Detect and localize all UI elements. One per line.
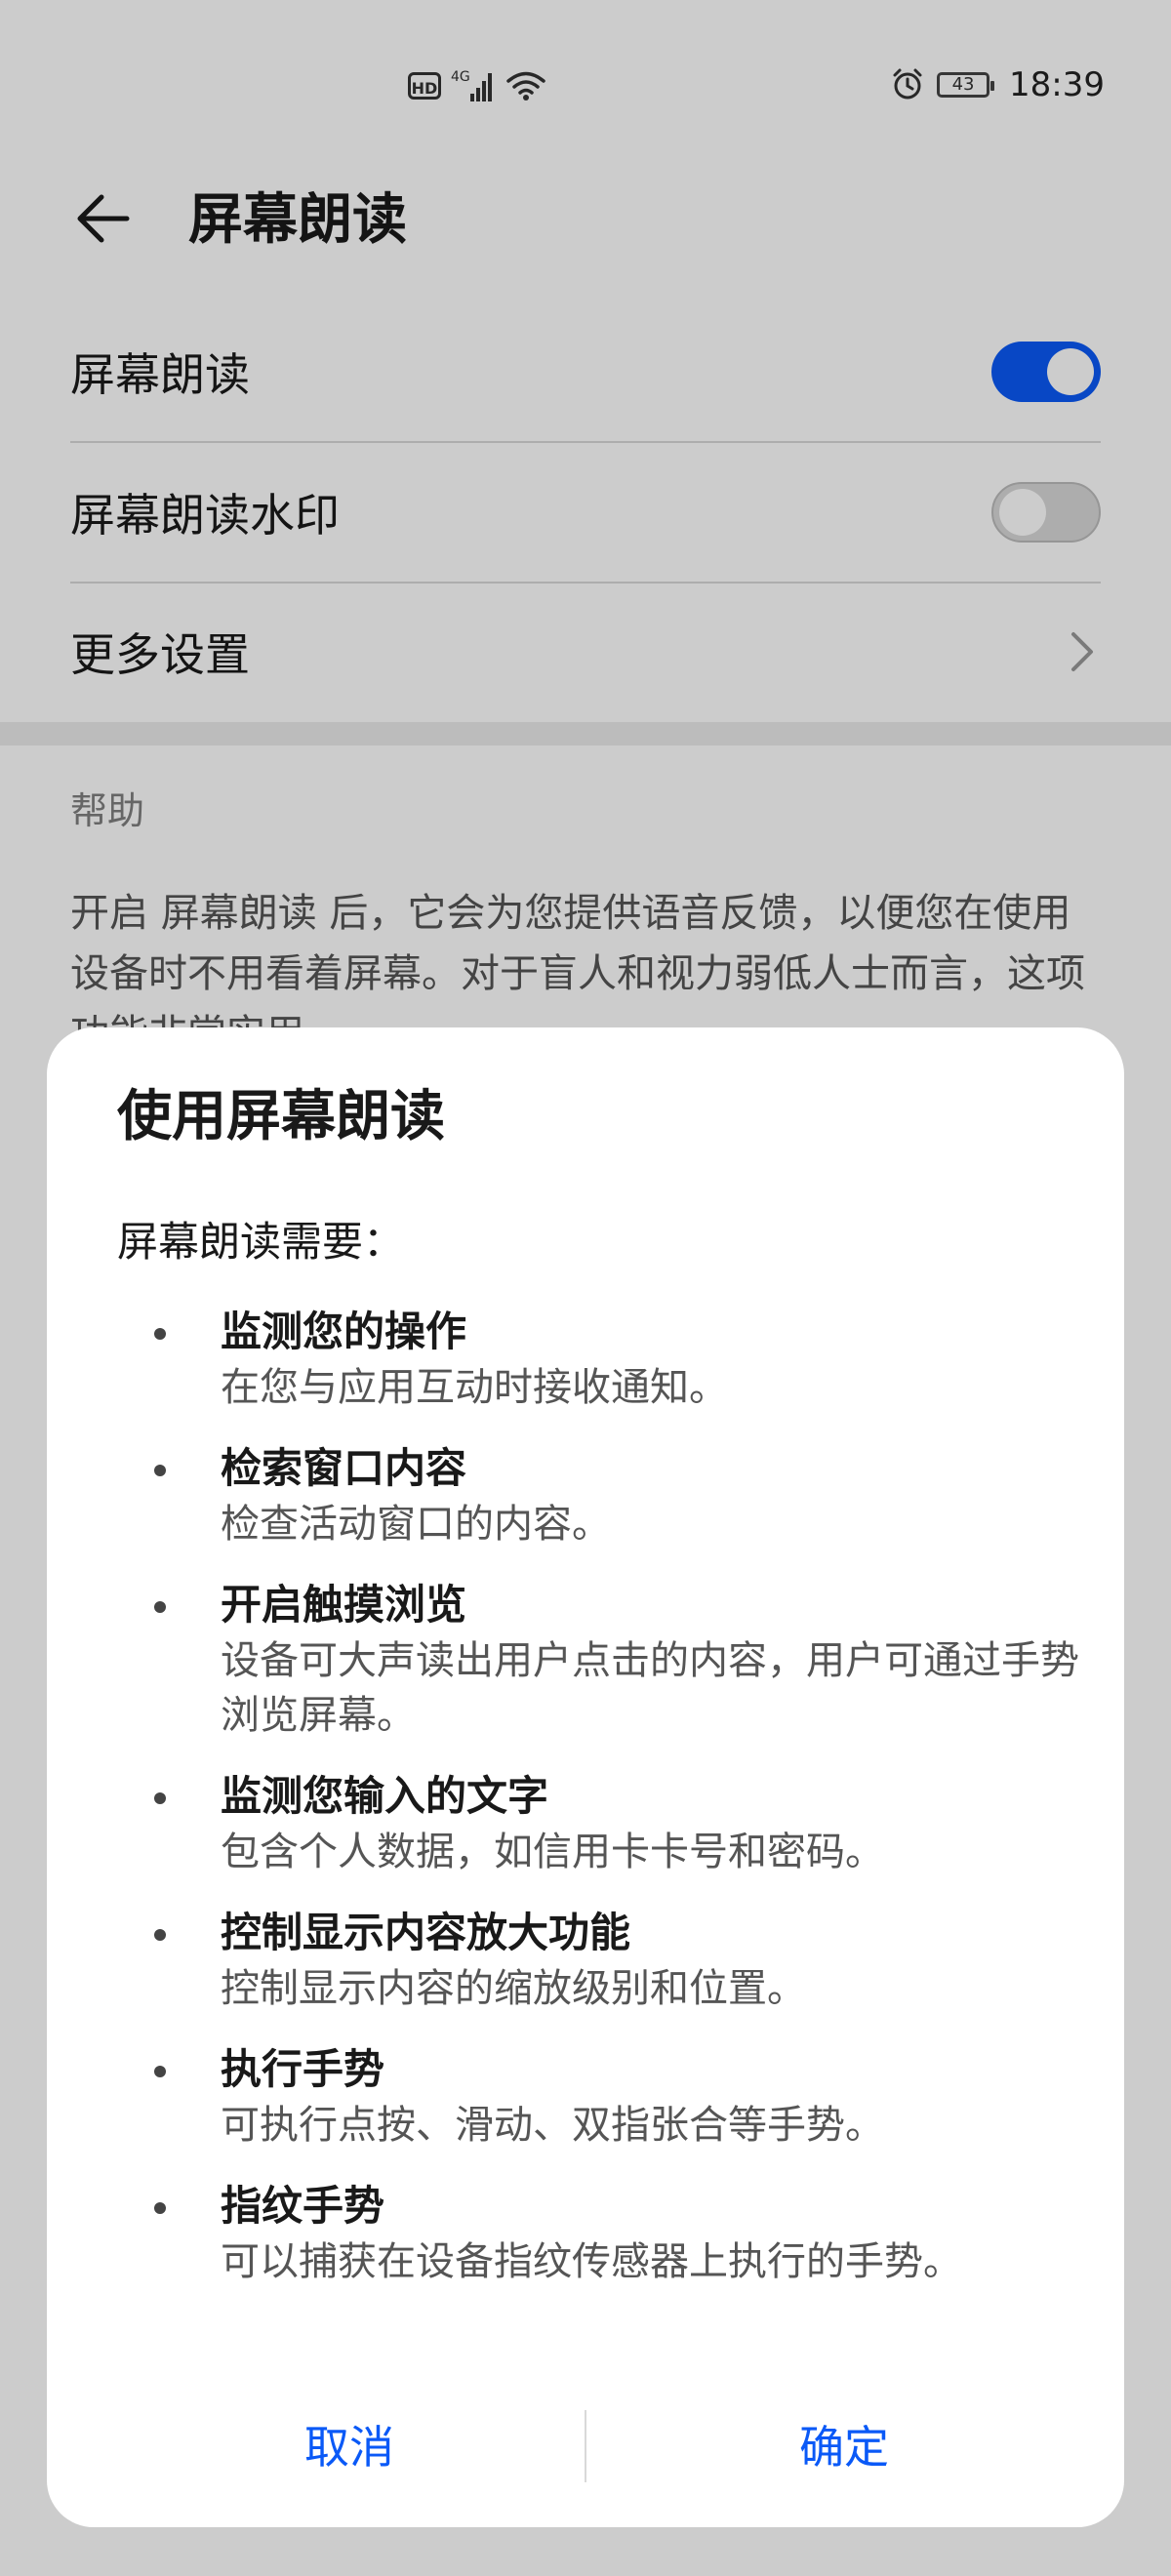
permission-item: 控制显示内容放大功能 控制显示内容的缩放级别和位置。 bbox=[117, 1905, 1093, 2016]
permission-item: 指纹手势 可以捕获在设备指纹传感器上执行的手势。 bbox=[117, 2178, 1093, 2289]
permission-description: 在您与应用互动时接收通知。 bbox=[221, 1365, 728, 1410]
permission-description: 设备可大声读出用户点击的内容，用户可通过手势浏览屏幕。 bbox=[221, 1638, 1079, 1738]
permission-item: 开启触摸浏览 设备可大声读出用户点击的内容，用户可通过手势浏览屏幕。 bbox=[117, 1577, 1093, 1743]
permission-description: 可以捕获在设备指纹传感器上执行的手势。 bbox=[221, 2239, 962, 2284]
permission-title: 监测您的操作 bbox=[221, 1308, 467, 1355]
permission-title: 检索窗口内容 bbox=[221, 1444, 467, 1492]
permission-title: 控制显示内容放大功能 bbox=[221, 1909, 631, 1956]
permission-title: 执行手势 bbox=[221, 2045, 385, 2093]
permission-description: 包含个人数据，如信用卡卡号和密码。 bbox=[221, 1830, 884, 1874]
bullet-icon bbox=[154, 2066, 166, 2077]
dialog-title: 使用屏幕朗读 bbox=[117, 1085, 445, 1148]
permission-item: 检索窗口内容 检查活动窗口的内容。 bbox=[117, 1440, 1093, 1551]
permission-list: 监测您的操作 在您与应用互动时接收通知。 检索窗口内容 检查活动窗口的内容。 开… bbox=[117, 1304, 1093, 2314]
permission-item: 监测您输入的文字 包含个人数据，如信用卡卡号和密码。 bbox=[117, 1768, 1093, 1879]
confirm-button[interactable]: 确定 bbox=[600, 2403, 1088, 2491]
permission-title: 开启触摸浏览 bbox=[221, 1581, 467, 1629]
permission-title: 监测您输入的文字 bbox=[221, 1772, 549, 1820]
permission-description: 检查活动窗口的内容。 bbox=[221, 1502, 611, 1547]
permission-item: 监测您的操作 在您与应用互动时接收通知。 bbox=[117, 1304, 1093, 1415]
permission-description: 可执行点按、滑动、双指张合等手势。 bbox=[221, 2103, 884, 2148]
cancel-button[interactable]: 取消 bbox=[105, 2403, 593, 2491]
dialog-subtitle: 屏幕朗读需要： bbox=[117, 1218, 405, 1266]
permission-description: 控制显示内容的缩放级别和位置。 bbox=[221, 1966, 806, 2011]
permission-title: 指纹手势 bbox=[221, 2182, 385, 2230]
bullet-icon bbox=[154, 1328, 166, 1340]
button-divider bbox=[585, 2410, 586, 2482]
bullet-icon bbox=[154, 1465, 166, 1476]
bullet-icon bbox=[154, 1601, 166, 1613]
bullet-icon bbox=[154, 1929, 166, 1941]
bullet-icon bbox=[154, 1792, 166, 1804]
permission-item: 执行手势 可执行点按、滑动、双指张合等手势。 bbox=[117, 2041, 1093, 2153]
permission-dialog: 使用屏幕朗读 屏幕朗读需要： 监测您的操作 在您与应用互动时接收通知。 检索窗口… bbox=[47, 1027, 1124, 2527]
bullet-icon bbox=[154, 2202, 166, 2214]
